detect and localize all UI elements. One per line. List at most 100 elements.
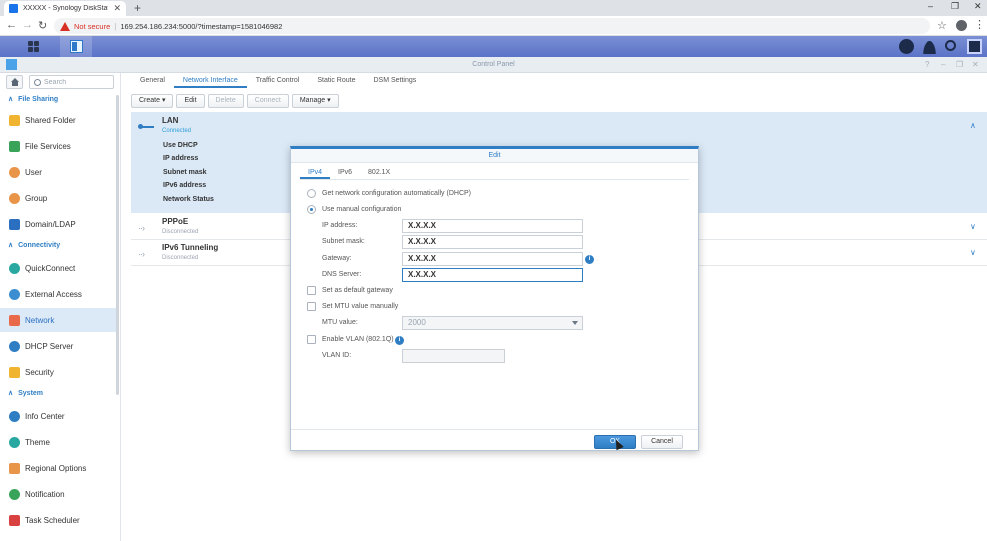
chat-icon[interactable] — [899, 39, 914, 54]
sidebar-item-info-center[interactable]: Info Center — [0, 404, 116, 428]
sidebar-item-external-access[interactable]: External Access — [0, 282, 116, 306]
forward-arrow-icon[interactable]: → — [22, 19, 33, 31]
vlan-info-icon[interactable]: i — [395, 336, 404, 345]
tab-general[interactable]: General — [131, 73, 174, 88]
home-button[interactable] — [6, 75, 23, 89]
bookmark-star-icon[interactable]: ☆ — [937, 19, 947, 32]
close-window-button[interactable]: ✕ — [974, 1, 982, 12]
tab-8021x[interactable]: 802.1X — [360, 166, 398, 179]
interface-status: Disconnected — [162, 255, 199, 261]
help-icon[interactable]: ? — [925, 60, 929, 69]
control-panel-icon — [69, 40, 83, 53]
user-options-icon[interactable] — [922, 39, 937, 54]
mtu-manual-checkbox[interactable] — [307, 302, 316, 311]
detail-label: Subnet mask — [163, 169, 207, 176]
sidebar-item-shared-folder[interactable]: Shared Folder — [0, 108, 116, 132]
mtu-value-select[interactable]: 2000 — [402, 316, 583, 330]
tab-ipv6[interactable]: IPv6 — [330, 166, 360, 179]
sidebar-search[interactable] — [29, 75, 114, 89]
sidebar-scrollbar[interactable] — [116, 95, 119, 395]
detail-label: IP address — [163, 155, 199, 162]
sidebar-item-theme[interactable]: Theme — [0, 430, 116, 454]
sidebar-item-dhcp-server[interactable]: DHCP Server — [0, 334, 116, 358]
section-system[interactable]: ∧ System — [8, 389, 43, 398]
sidebar-item-regional-options[interactable]: Regional Options — [0, 456, 116, 480]
browser-menu-icon[interactable]: ⋮ — [974, 18, 985, 31]
sidebar-search-input[interactable] — [44, 78, 112, 86]
control-panel-taskbar-button[interactable] — [60, 36, 92, 57]
synology-favicon-icon — [9, 4, 18, 13]
section-file-sharing[interactable]: ∧ File Sharing — [8, 95, 58, 104]
manage-button[interactable]: Manage ▾ — [291, 94, 339, 108]
close-icon[interactable]: ✕ — [972, 60, 979, 69]
create-button[interactable]: Create ▾ — [131, 94, 174, 108]
connect-button[interactable]: Connect — [246, 94, 289, 108]
shield-icon — [9, 366, 20, 378]
tab-ipv4[interactable]: IPv4 — [300, 166, 331, 179]
interface-status: Connected — [162, 128, 192, 134]
sidebar-item-group[interactable]: Group — [0, 186, 116, 210]
detail-label: IPv6 address — [163, 182, 207, 189]
window-title: Control Panel — [472, 61, 515, 68]
detail-label: Use DHCP — [163, 142, 198, 149]
widgets-icon[interactable] — [967, 39, 982, 54]
default-gateway-checkbox[interactable] — [307, 286, 316, 295]
dhcp-radio[interactable] — [307, 189, 316, 198]
chevron-down-icon[interactable]: ∨ — [970, 222, 976, 231]
edit-button[interactable]: Edit — [176, 94, 205, 108]
warning-triangle-icon — [60, 21, 70, 31]
detail-label: Network Status — [163, 196, 214, 203]
info-icon — [9, 410, 20, 422]
vlan-id-input[interactable] — [402, 349, 505, 363]
browser-tab[interactable]: XXXXX - Synology DiskStation ✕ — [4, 1, 126, 16]
address-bar[interactable]: Not secure | 169.254.186.234:5000/?times… — [54, 18, 930, 34]
sidebar: ∧File Sharing Shared Folder File Service… — [0, 73, 121, 541]
chevron-up-icon[interactable]: ∧ — [970, 121, 976, 130]
disconnected-arrow-icon: ··› — [138, 249, 145, 259]
ip-address-input[interactable]: X.X.X.X — [402, 219, 583, 233]
sidebar-item-security[interactable]: Security — [0, 360, 116, 384]
maximize-icon[interactable]: ❐ — [956, 60, 963, 69]
browser-toolbar: ← → ↻ Not secure | 169.254.186.234:5000/… — [0, 16, 987, 36]
minimize-icon[interactable]: – — [941, 60, 945, 69]
url-separator: | — [114, 21, 117, 31]
sidebar-item-user[interactable]: User — [0, 160, 116, 184]
chevron-up-icon: ∧ — [8, 96, 14, 103]
gateway-info-icon[interactable]: i — [585, 255, 594, 264]
subnet-mask-input[interactable]: X.X.X.X — [402, 235, 583, 249]
interface-name: LAN — [162, 116, 179, 125]
minimize-window-button[interactable]: – — [928, 1, 933, 11]
sidebar-item-quickconnect[interactable]: QuickConnect — [0, 256, 116, 280]
new-tab-button[interactable]: + — [134, 1, 141, 15]
sidebar-item-notification[interactable]: Notification — [0, 482, 116, 506]
vlan-checkbox[interactable] — [307, 335, 316, 344]
search-icon[interactable] — [945, 40, 956, 51]
section-connectivity[interactable]: ∧ Connectivity — [8, 241, 60, 250]
delete-button[interactable]: Delete — [207, 94, 244, 108]
sidebar-item-task-scheduler[interactable]: Task Scheduler — [0, 508, 116, 532]
tab-close-icon[interactable]: ✕ — [113, 3, 121, 14]
gateway-input[interactable]: X.X.X.X — [402, 252, 583, 266]
main-menu-button[interactable] — [17, 36, 49, 57]
mtu-value-label: MTU value: — [322, 319, 358, 326]
tab-traffic-control[interactable]: Traffic Control — [247, 73, 309, 88]
sidebar-item-file-services[interactable]: File Services — [0, 134, 116, 158]
sidebar-item-domain-ldap[interactable]: Domain/LDAP — [0, 212, 116, 236]
tab-network-interface[interactable]: Network Interface — [173, 73, 247, 88]
restore-window-button[interactable]: ❐ — [951, 1, 959, 12]
ip-address-label: IP address: — [322, 222, 358, 229]
cancel-button[interactable]: Cancel — [641, 435, 683, 449]
not-secure-label: Not secure — [74, 21, 111, 31]
manual-config-radio[interactable] — [307, 205, 316, 214]
chevron-down-icon[interactable]: ∨ — [970, 248, 976, 257]
globe-icon — [9, 288, 20, 300]
interface-name: PPPoE — [162, 217, 189, 226]
sidebar-item-network[interactable]: Network — [0, 308, 116, 332]
tab-dsm-settings[interactable]: DSM Settings — [364, 73, 425, 88]
back-arrow-icon[interactable]: ← — [6, 19, 17, 31]
dns-server-input[interactable]: X.X.X.X — [402, 268, 583, 282]
reload-icon[interactable]: ↻ — [38, 19, 47, 32]
profile-avatar-icon[interactable] — [956, 20, 967, 31]
tab-static-route[interactable]: Static Route — [308, 73, 364, 88]
house-network-icon — [9, 314, 20, 326]
